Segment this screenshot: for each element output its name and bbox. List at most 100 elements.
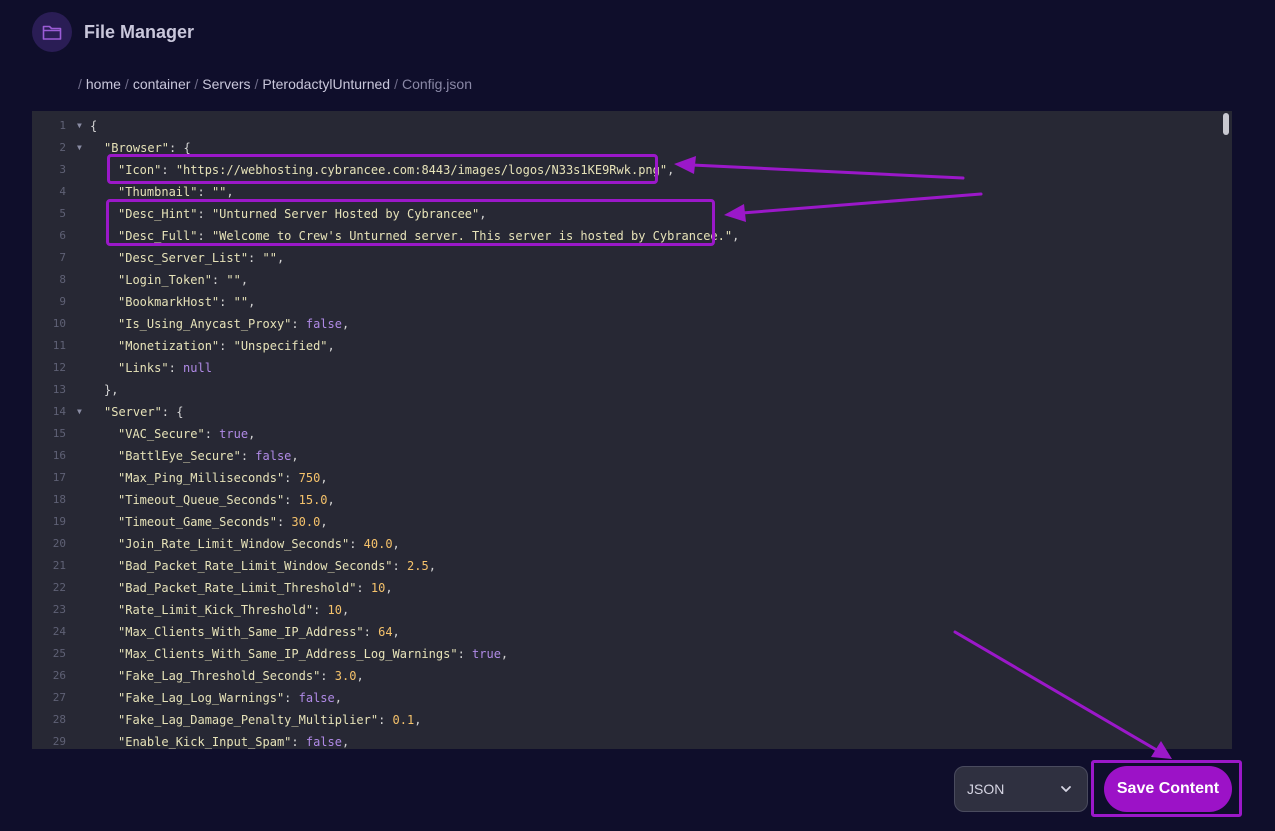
code-token: : [197, 185, 212, 199]
editor-scrollbar[interactable] [1223, 113, 1229, 135]
code-line[interactable]: 20 "Join_Rate_Limit_Window_Seconds": 40.0… [32, 533, 1222, 555]
code-line[interactable]: 21 "Bad_Packet_Rate_Limit_Window_Seconds"… [32, 555, 1222, 577]
code-line[interactable]: 12 "Links": null [32, 357, 1222, 379]
code-text: "Browser": { [104, 137, 191, 159]
code-line[interactable]: 7 "Desc_Server_List": "", [32, 247, 1222, 269]
line-number: 12 [52, 361, 66, 374]
code-line[interactable]: 6 "Desc_Full": "Welcome to Crew's Unturne… [32, 225, 1222, 247]
code-line[interactable]: 23 "Rate_Limit_Kick_Threshold": 10, [32, 599, 1222, 621]
fold-toggle-icon[interactable]: ▼ [77, 401, 82, 423]
code-line[interactable]: 2 ▼ "Browser": { [32, 137, 1222, 159]
code-token: "" [226, 273, 241, 287]
code-line[interactable]: 28 "Fake_Lag_Damage_Penalty_Multiplier": … [32, 709, 1222, 731]
line-number: 5 [59, 207, 66, 220]
code-line[interactable]: 27 "Fake_Lag_Log_Warnings": false, [32, 687, 1222, 709]
breadcrumb-separator: / [394, 76, 398, 92]
save-content-button[interactable]: Save Content [1104, 766, 1232, 812]
fold-toggle-icon[interactable]: ▼ [77, 115, 82, 137]
code-token: : [313, 603, 328, 617]
code-token: "Welcome to Crew's Unturned server. This… [211, 229, 733, 243]
code-token: , [356, 669, 364, 683]
code-token: }, [104, 383, 119, 397]
code-line[interactable]: 17 "Max_Ping_Milliseconds": 750, [32, 467, 1222, 489]
code-lines[interactable]: 1 ▼{2 ▼ "Browser": {3 "Icon": "https://webho… [32, 115, 1222, 749]
breadcrumb-item-pterodactylunturned[interactable]: PterodactylUnturned [262, 76, 390, 92]
breadcrumb-separator: / [194, 76, 199, 92]
code-token: false [305, 317, 342, 331]
code-token: , [320, 515, 328, 529]
format-select[interactable]: JSON [954, 766, 1088, 812]
code-line[interactable]: 26 "Fake_Lag_Threshold_Seconds": 3.0, [32, 665, 1222, 687]
line-number: 4 [59, 185, 66, 198]
code-token: "Icon" [118, 163, 162, 177]
code-line[interactable]: 11 "Monetization": "Unspecified", [32, 335, 1222, 357]
line-number: 28 [52, 713, 66, 726]
breadcrumb-separator: / [254, 76, 259, 92]
code-token: , [392, 537, 400, 551]
breadcrumb-item-container[interactable]: container [133, 76, 191, 92]
code-token: true [219, 427, 249, 441]
code-token: "VAC_Secure" [118, 427, 205, 441]
code-line[interactable]: 5 "Desc_Hint": "Unturned Server Hosted by… [32, 203, 1222, 225]
code-token: "Timeout_Game_Seconds" [118, 515, 277, 529]
code-line[interactable]: 10 "Is_Using_Anycast_Proxy": false, [32, 313, 1222, 335]
code-token: "Join_Rate_Limit_Window_Seconds" [118, 537, 350, 551]
code-token: 64 [378, 625, 393, 639]
code-token: false [298, 691, 335, 705]
code-line[interactable]: 22 "Bad_Packet_Rate_Limit_Threshold": 10, [32, 577, 1222, 599]
code-line[interactable]: 1 ▼ { [32, 115, 1222, 137]
file-manager-page: File Manager / home / container / Servers / Pte… [0, 0, 1275, 831]
code-token: "" [211, 185, 227, 199]
code-line[interactable]: 18 "Timeout_Queue_Seconds": 15.0, [32, 489, 1222, 511]
code-token: 10 [327, 603, 342, 617]
code-token: "Bad_Packet_Rate_Limit_Threshold" [118, 581, 357, 595]
breadcrumb-item-servers[interactable]: Servers [202, 76, 250, 92]
code-token: "" [233, 295, 249, 309]
code-token: false [305, 735, 342, 749]
breadcrumb-item-home[interactable]: home [86, 76, 121, 92]
fold-toggle-icon[interactable]: ▼ [77, 137, 82, 159]
code-line[interactable]: 4 "Thumbnail": "", [32, 181, 1222, 203]
code-token: "Thumbnail" [118, 185, 198, 199]
code-line[interactable]: 24 "Max_Clients_With_Same_IP_Address": 64… [32, 621, 1222, 643]
line-number: 27 [52, 691, 66, 704]
code-line[interactable]: 19 "Timeout_Game_Seconds": 30.0, [32, 511, 1222, 533]
code-line[interactable]: 13}, [32, 379, 1222, 401]
code-editor[interactable]: 1 ▼{2 ▼ "Browser": {3 "Icon": "https://webho… [32, 111, 1232, 749]
code-token: : [284, 493, 299, 507]
code-text: "Fake_Lag_Damage_Penalty_Multiplier": 0.… [118, 709, 421, 731]
breadcrumb-current-file: Config.json [401, 76, 472, 92]
code-line[interactable]: 29 "Enable_Kick_Input_Spam": false, [32, 731, 1222, 749]
code-token: : [168, 361, 184, 375]
code-text: "Max_Clients_With_Same_IP_Address": 64, [118, 621, 400, 643]
line-number: 10 [52, 317, 66, 330]
code-text: "Desc_Server_List": "", [118, 247, 284, 269]
page-title: File Manager [84, 21, 195, 42]
code-text: "Server": { [104, 401, 183, 423]
code-line[interactable]: 14 ▼ "Server": { [32, 401, 1222, 423]
code-token: { [90, 119, 98, 133]
code-token: , [392, 625, 400, 639]
code-token: : [219, 339, 234, 353]
code-token: "Links" [118, 361, 169, 375]
format-select-value: JSON [967, 781, 1005, 797]
code-token: , [240, 273, 249, 287]
code-token: "Desc_Full" [118, 229, 198, 243]
code-text: "Join_Rate_Limit_Window_Seconds": 40.0, [118, 533, 400, 555]
line-number: 14 [52, 405, 66, 418]
code-line[interactable]: 8 "Login_Token": "", [32, 269, 1222, 291]
line-number: 13 [52, 383, 66, 396]
code-token: , [226, 185, 234, 199]
code-line[interactable]: 25 "Max_Clients_With_Same_IP_Address_Log_… [32, 643, 1222, 665]
code-line[interactable]: 15 "VAC_Secure": true, [32, 423, 1222, 445]
line-number: 9 [59, 295, 66, 308]
code-line[interactable]: 16 "BattlEye_Secure": false, [32, 445, 1222, 467]
code-line[interactable]: 9 "BookmarkHost": "", [32, 291, 1222, 313]
code-token: , [334, 691, 342, 705]
code-line[interactable]: 3 "Icon": "https://webhosting.cybrancee.c… [32, 159, 1222, 181]
code-token: "Fake_Lag_Log_Warnings" [118, 691, 285, 705]
code-token: "Bad_Packet_Rate_Limit_Window_Seconds" [118, 559, 393, 573]
chevron-down-icon [1059, 781, 1073, 800]
code-token: "Fake_Lag_Threshold_Seconds" [118, 669, 321, 683]
code-token: , [385, 581, 393, 595]
